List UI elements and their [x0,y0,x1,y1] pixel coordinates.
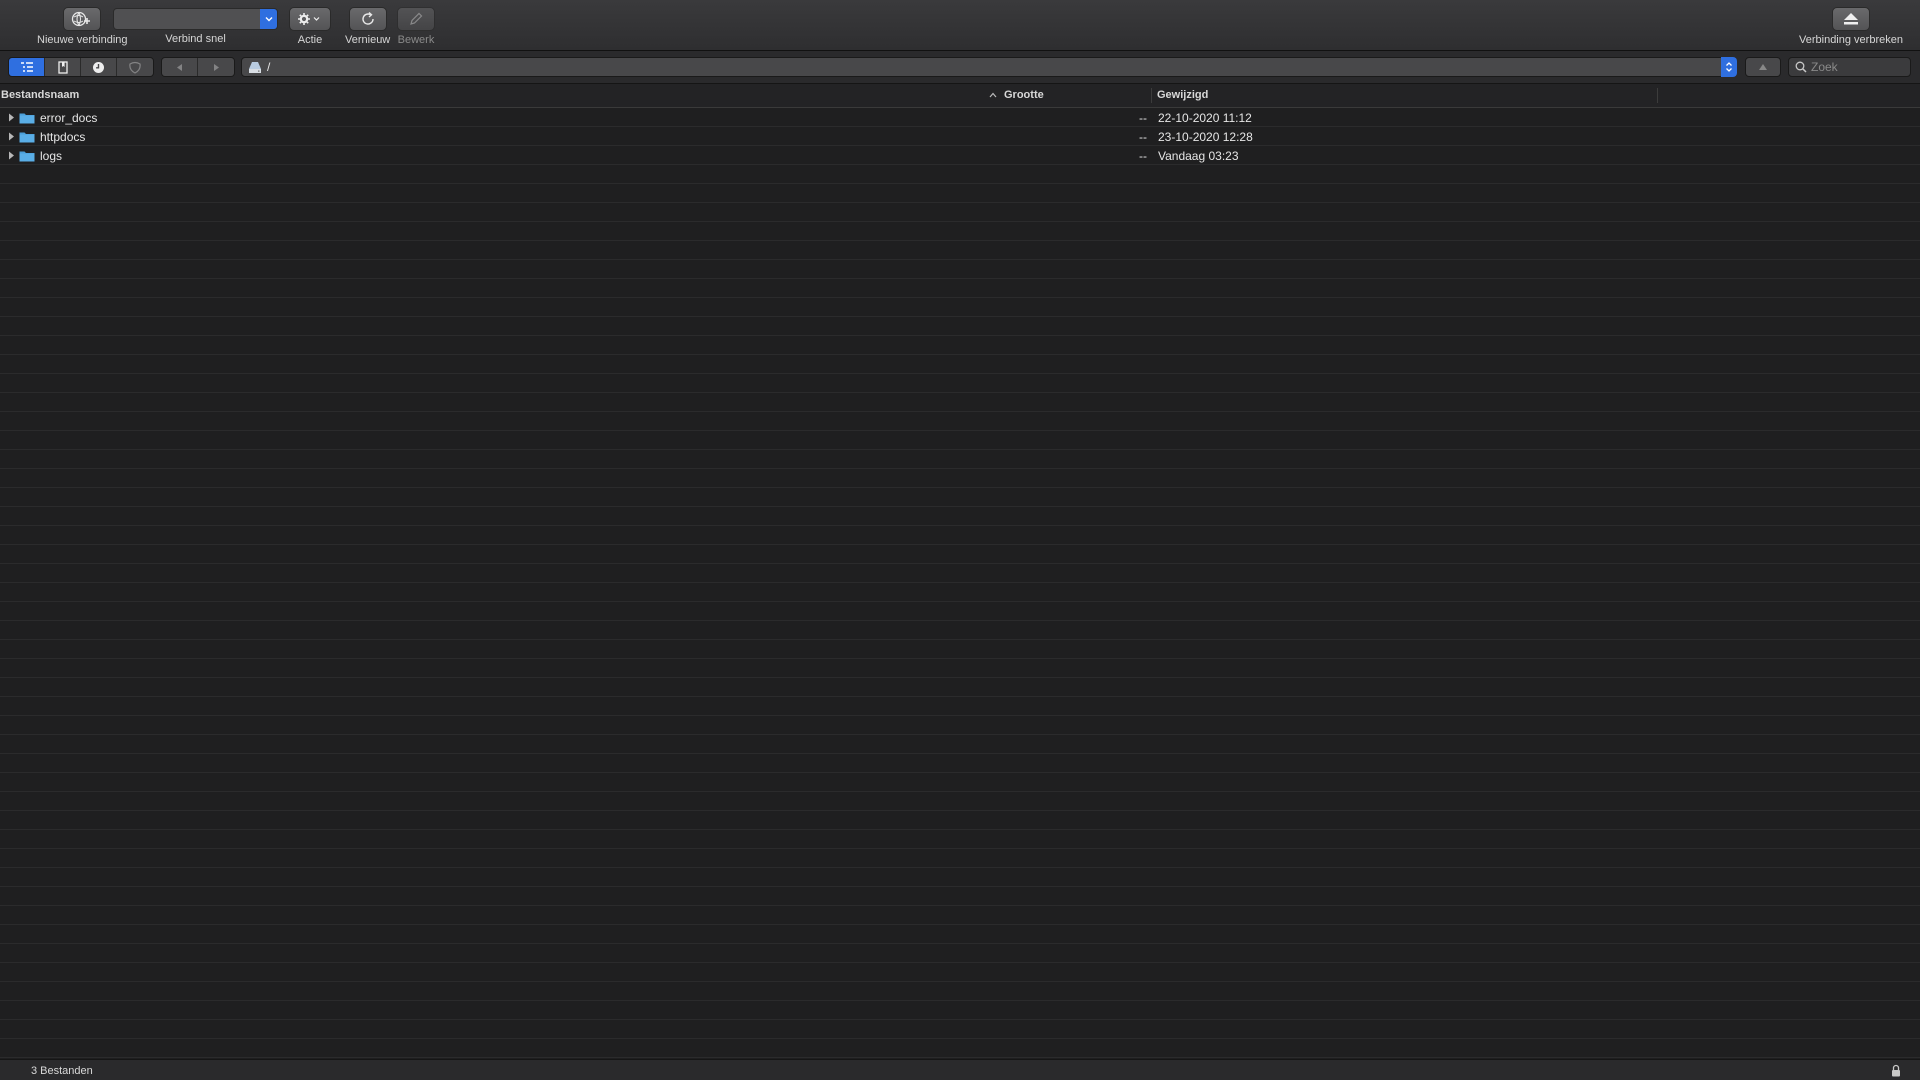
file-name: httpdocs [40,130,86,144]
file-list[interactable]: error_docs -- 22-10-2020 11:12 httpdocs … [0,108,1920,1058]
column-filename[interactable]: Bestandsnaam [1,89,79,101]
table-row[interactable]: logs -- Vandaag 03:23 [0,146,1920,165]
path-selector[interactable]: / [241,57,1737,77]
file-size: -- [1139,111,1147,125]
file-modified: 22-10-2020 11:12 [1158,111,1252,125]
quick-connect-item[interactable]: Verbind snel [113,7,278,45]
pencil-icon [410,12,423,25]
view-mode-segmented [8,57,154,77]
edit-label: Bewerk [397,34,435,46]
book-icon [57,60,68,74]
current-path: / [267,60,271,74]
history-view-button[interactable] [81,58,117,76]
edit-item[interactable]: Bewerk [397,7,435,46]
list-outline-icon [20,62,33,72]
gear-icon [298,13,320,25]
clock-icon [93,61,104,73]
disclosure-triangle-icon[interactable] [8,132,15,141]
file-size: -- [1139,149,1147,163]
forward-button[interactable] [198,58,234,76]
parent-folder-button[interactable] [1745,57,1781,77]
row-stripes [0,108,1920,1058]
file-name: logs [40,149,63,163]
bonjour-view-button[interactable] [117,58,153,76]
column-header: Bestandsnaam Grootte Gewijzigd [0,84,1920,108]
file-modified: Vandaag 03:23 [1158,149,1239,163]
column-divider[interactable] [1151,88,1152,103]
refresh-icon [361,11,374,25]
disconnect-button[interactable] [1831,7,1870,31]
sort-ascending-icon[interactable] [989,92,997,98]
triangle-left-icon [177,63,182,71]
back-button[interactable] [162,58,198,76]
history-nav-segmented [161,57,235,77]
triangle-right-icon [213,63,219,71]
server-disk-icon [248,61,262,74]
file-modified: 23-10-2020 12:28 [1158,130,1253,144]
column-size[interactable]: Grootte [1004,89,1044,101]
quick-connect-combo[interactable] [113,8,278,30]
chevron-down-icon[interactable] [260,9,277,29]
browser-view-button[interactable] [9,58,45,76]
quick-connect-label: Verbind snel [165,33,226,45]
action-label: Actie [297,34,323,46]
app-window: Nieuwe verbinding Verbind snel Actie Ver… [0,0,1920,1080]
lock-icon[interactable] [1891,1064,1901,1077]
disclosure-triangle-icon[interactable] [8,151,15,160]
refresh-item[interactable]: Vernieuw [345,7,390,46]
refresh-label: Vernieuw [345,34,391,46]
new-connection-button[interactable] [63,7,102,31]
edit-button[interactable] [397,7,435,31]
disconnect-label: Verbinding verbreken [1799,34,1903,46]
bookmarks-view-button[interactable] [45,58,81,76]
triangle-up-icon [1759,64,1767,70]
quick-connect-field[interactable] [114,9,260,29]
file-name: error_docs [40,111,98,125]
navigation-bar: / [0,51,1920,84]
item-count: 3 Bestanden [31,1065,93,1077]
eject-icon [1843,13,1858,25]
table-row[interactable]: httpdocs -- 23-10-2020 12:28 [0,127,1920,146]
table-row[interactable]: error_docs -- 22-10-2020 11:12 [0,108,1920,127]
search-icon [1795,61,1807,73]
folder-icon [19,113,35,124]
globe-plus-icon [72,11,91,27]
action-button[interactable] [289,7,331,31]
column-divider[interactable] [1657,88,1658,103]
bonjour-icon [129,61,141,74]
action-item[interactable]: Actie [289,7,331,46]
status-bar: 3 Bestanden [0,1059,1920,1080]
chevron-updown-icon[interactable] [1721,57,1737,77]
search-input[interactable] [1811,60,1901,74]
folder-icon [19,151,35,162]
column-modified[interactable]: Gewijzigd [1157,89,1208,101]
search-box[interactable] [1788,57,1911,77]
disclosure-triangle-icon[interactable] [8,113,15,122]
folder-icon [19,132,35,143]
disconnect-item[interactable]: Verbinding verbreken [1799,7,1903,46]
file-size: -- [1139,130,1147,144]
main-toolbar: Nieuwe verbinding Verbind snel Actie Ver… [0,0,1920,51]
refresh-button[interactable] [348,7,387,31]
